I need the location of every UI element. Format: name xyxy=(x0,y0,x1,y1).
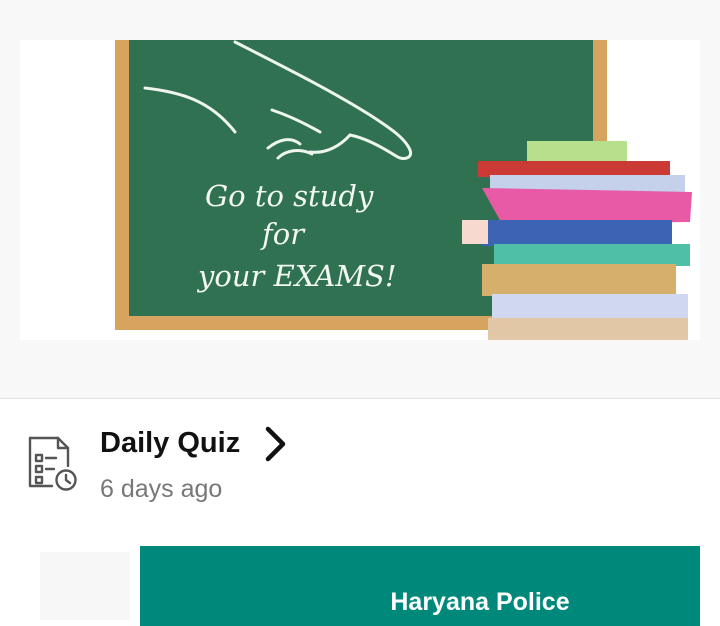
banner-image[interactable]: Go to study for your EXAMS! xyxy=(20,40,700,340)
quiz-card[interactable]: Haryana Police xyxy=(140,546,700,626)
quiz-timestamp: 6 days ago xyxy=(100,475,223,503)
chevron-right-icon[interactable] xyxy=(256,424,292,464)
card-thumbnail-placeholder xyxy=(40,552,130,620)
timed-checklist-icon xyxy=(24,434,80,494)
chalk-line-2: for xyxy=(260,217,306,251)
books-stack-icon xyxy=(462,141,692,340)
chalk-line-1: Go to study xyxy=(205,179,374,213)
banner-area: Go to study for your EXAMS! xyxy=(0,0,720,398)
section-divider xyxy=(0,398,720,399)
card-title: Haryana Police xyxy=(390,588,570,616)
chalk-line-3: your EXAMS! xyxy=(196,259,397,293)
quiz-title[interactable]: Daily Quiz xyxy=(100,424,240,462)
